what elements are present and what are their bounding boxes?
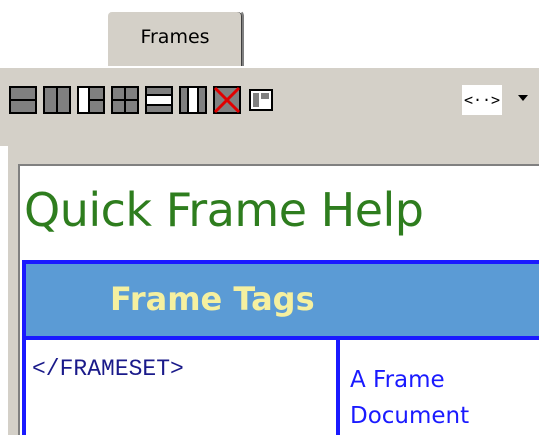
table-left-border bbox=[22, 340, 26, 435]
tab-frames[interactable]: Frames bbox=[106, 10, 244, 66]
frameset-top-middle-bottom-icon bbox=[145, 86, 173, 114]
frames-toolbar: <··> bbox=[0, 66, 539, 146]
frameset-horizontal-split-icon bbox=[9, 86, 37, 114]
tab-strip: Frames bbox=[0, 0, 539, 66]
table-cell-tag: </FRAMESET> bbox=[32, 356, 184, 382]
frameset-four-way-button[interactable] bbox=[110, 85, 140, 115]
frameset-vertical-split-icon bbox=[43, 86, 71, 114]
frameset-delete-button[interactable] bbox=[212, 85, 242, 115]
frameset-left-middle-right-button[interactable] bbox=[178, 85, 208, 115]
insert-tag-button[interactable]: <··> bbox=[462, 85, 502, 115]
frameset-four-way-icon bbox=[111, 86, 139, 114]
frameset-left-top-bottom-icon bbox=[77, 86, 105, 114]
frameset-horizontal-split-button[interactable] bbox=[8, 85, 38, 115]
frameset-vertical-split-button[interactable] bbox=[42, 85, 72, 115]
frameset-left-middle-right-icon bbox=[179, 86, 207, 114]
frameset-top-middle-bottom-button[interactable] bbox=[144, 85, 174, 115]
table-column-divider bbox=[336, 340, 340, 435]
banner-heading: Frame Tags bbox=[110, 280, 315, 318]
frame-properties-button[interactable] bbox=[246, 85, 276, 115]
page-title: Quick Frame Help bbox=[24, 183, 424, 237]
chevron-down-icon[interactable] bbox=[518, 95, 528, 101]
tab-frames-label: Frames bbox=[140, 26, 210, 48]
table-cell-description: A Frame Document bbox=[350, 367, 470, 429]
frameset-left-top-bottom-button[interactable] bbox=[76, 85, 106, 115]
section-banner: Frame Tags bbox=[22, 260, 539, 340]
frameset-delete-icon bbox=[213, 86, 241, 114]
frame-properties-icon bbox=[249, 89, 273, 111]
